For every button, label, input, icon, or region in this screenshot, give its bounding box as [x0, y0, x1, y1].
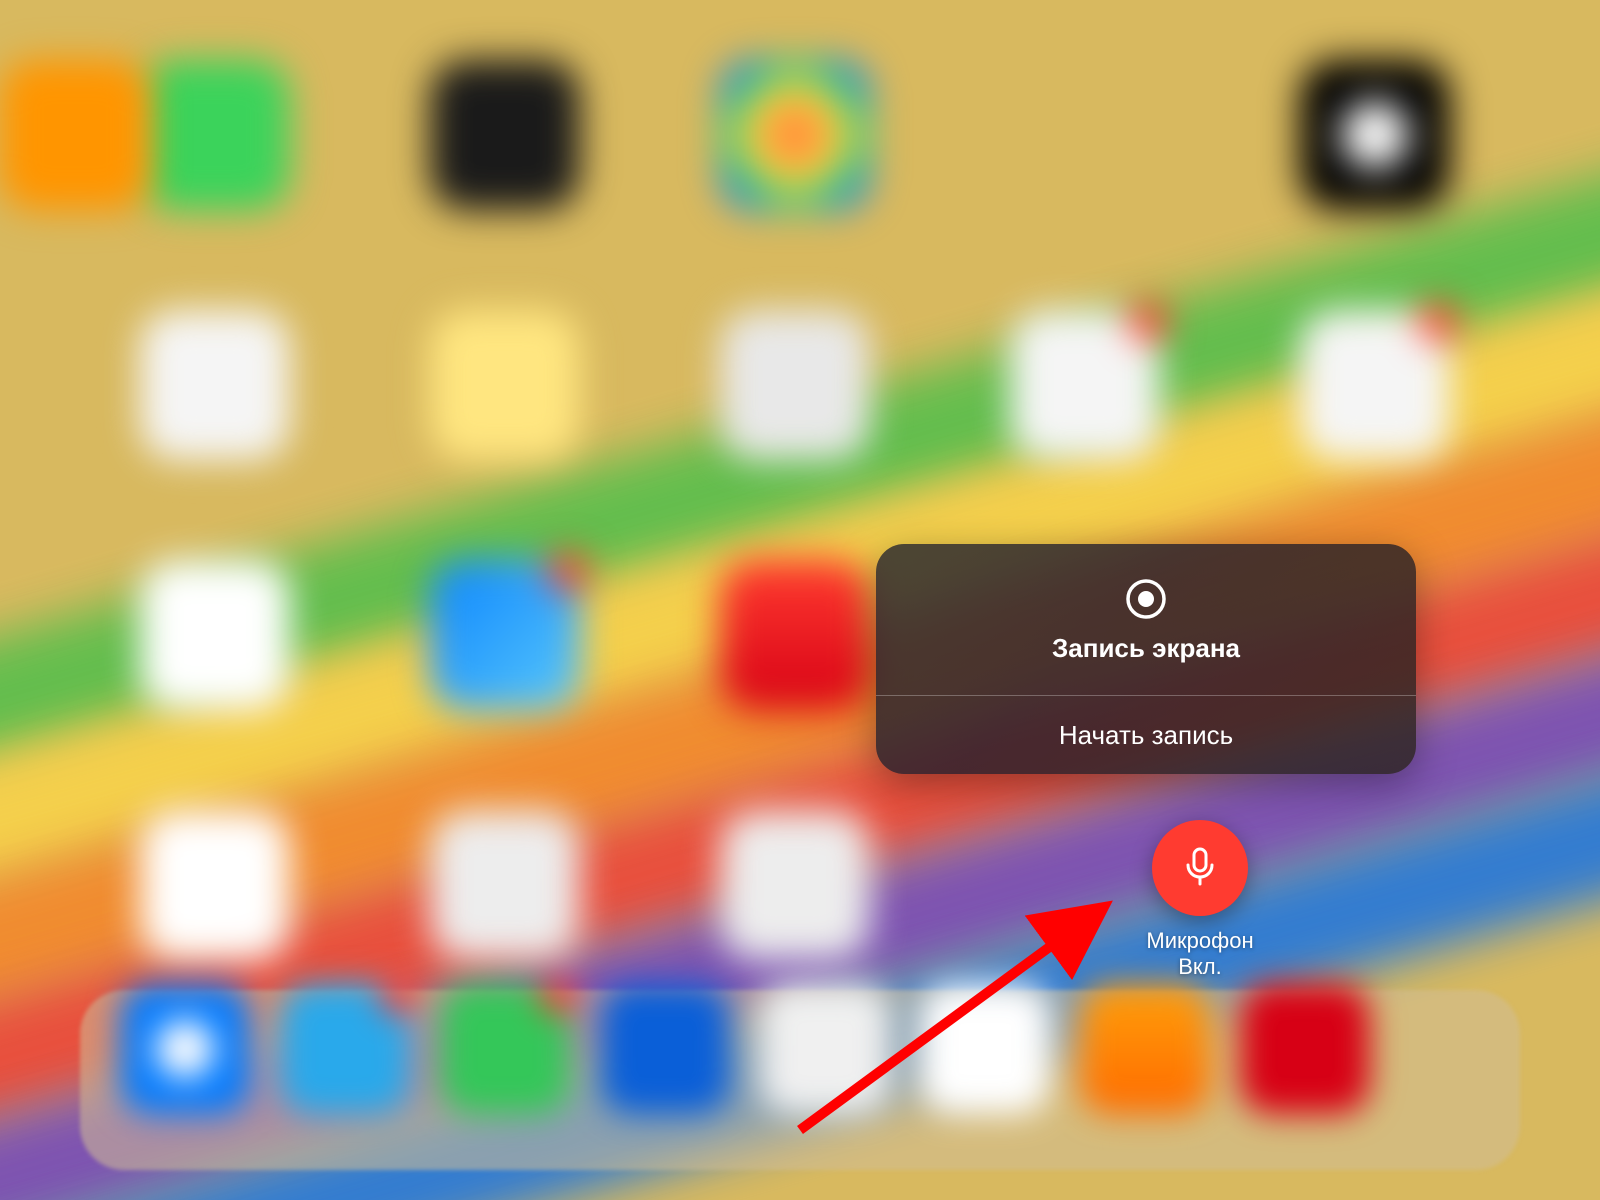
- microphone-toggle-group: Микрофон Вкл.: [1100, 820, 1300, 980]
- app-icon-blurred: [1010, 310, 1160, 460]
- start-recording-label: Начать запись: [1059, 720, 1233, 751]
- app-icon-blurred: [720, 810, 870, 960]
- microphone-label: Микрофон: [1100, 928, 1300, 954]
- start-recording-button[interactable]: Начать запись: [876, 696, 1416, 774]
- screen-recording-header[interactable]: Запись экрана: [876, 544, 1416, 695]
- app-icon-blurred: [1300, 60, 1450, 210]
- dock-icon-blurred: [1080, 984, 1210, 1114]
- dock-icon-blurred: [600, 984, 730, 1114]
- dock-icon-blurred: [1240, 984, 1370, 1114]
- dock-icon-blurred: [440, 984, 570, 1114]
- app-icon-blurred: [430, 310, 580, 460]
- record-icon: [1122, 575, 1170, 623]
- app-icon-blurred: [140, 310, 290, 460]
- microphone-icon: [1177, 843, 1223, 894]
- app-icon-blurred: [140, 810, 290, 960]
- screen-recording-title: Запись экрана: [1052, 633, 1240, 664]
- app-icon-blurred: [720, 310, 870, 460]
- app-icon-blurred: [430, 560, 580, 710]
- app-icon-blurred: [720, 60, 870, 210]
- home-screen-blurred: Запись экрана Начать запись Микрофон Вкл…: [0, 0, 1600, 1200]
- app-icon-blurred: [140, 60, 290, 210]
- dock-icon-blurred: [760, 984, 890, 1114]
- microphone-status: Вкл.: [1100, 954, 1300, 980]
- microphone-toggle-button[interactable]: [1152, 820, 1248, 916]
- dock-icon-blurred: [920, 984, 1050, 1114]
- app-icon-blurred: [1300, 310, 1450, 460]
- dock-icon-blurred: [120, 984, 250, 1114]
- app-icon-blurred: [430, 60, 580, 210]
- app-icon-blurred: [140, 560, 290, 710]
- app-icon-blurred: [720, 560, 870, 710]
- app-icon-blurred: [0, 60, 150, 210]
- screen-recording-panel: Запись экрана Начать запись: [876, 544, 1416, 774]
- dock: [80, 990, 1520, 1170]
- app-icon-blurred: [430, 810, 580, 960]
- dock-icon-blurred: [280, 984, 410, 1114]
